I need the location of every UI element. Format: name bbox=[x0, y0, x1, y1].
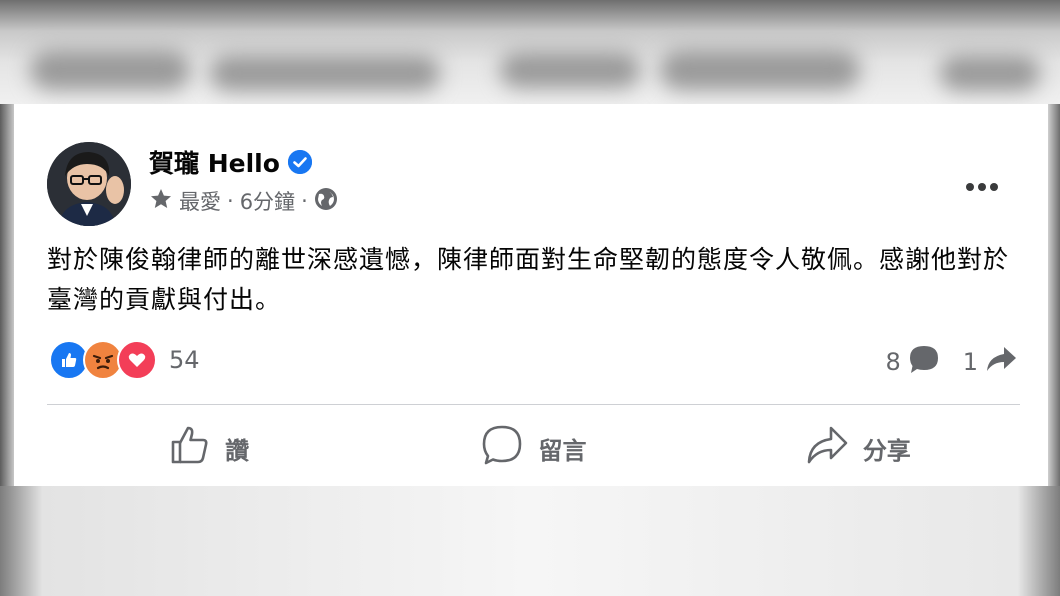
verified-badge-icon bbox=[287, 150, 312, 174]
share-button[interactable]: 分享 bbox=[696, 416, 1020, 480]
like-button[interactable]: 讚 bbox=[47, 416, 371, 480]
post-meta: 最愛 · 6分鐘 · bbox=[149, 186, 338, 216]
background-blur-right bbox=[1048, 104, 1060, 486]
star-icon bbox=[149, 187, 173, 216]
reaction-count[interactable]: 54 bbox=[169, 346, 200, 374]
like-button-label: 讚 bbox=[225, 436, 250, 465]
avatar[interactable] bbox=[47, 142, 131, 226]
post-author: 賀瓏 Hello bbox=[149, 144, 312, 180]
comment-bubble-icon bbox=[907, 344, 941, 380]
post-action-bar: 讚 留言 分享 bbox=[47, 416, 1020, 480]
share-button-label: 分享 bbox=[862, 436, 911, 465]
background-blur-bottom bbox=[0, 486, 1060, 596]
share-count-value: 1 bbox=[962, 348, 978, 376]
post-content: 對於陳俊翰律師的離世深感遺憾，陳律師面對生命堅韌的態度令人敬佩。感謝他對於臺灣的… bbox=[47, 245, 1010, 314]
more-options-icon[interactable] bbox=[964, 166, 1000, 201]
facebook-post: 賀瓏 Hello 最愛 · 6分鐘 · 對於陳俊翰律師的離世深感遺憾，陳律師面對… bbox=[14, 104, 1048, 486]
meta-separator: · bbox=[227, 189, 234, 213]
comment-count-value: 8 bbox=[885, 348, 901, 376]
thumbs-up-icon bbox=[169, 424, 211, 472]
love-reaction-icon bbox=[117, 340, 157, 380]
comment-count[interactable]: 8 bbox=[885, 344, 940, 380]
share-icon bbox=[805, 423, 849, 473]
post-timestamp[interactable]: 6分鐘 bbox=[240, 186, 295, 216]
share-count[interactable]: 1 bbox=[963, 344, 1018, 380]
comment-button[interactable]: 留言 bbox=[371, 416, 695, 480]
meta-separator: · bbox=[301, 189, 308, 213]
divider bbox=[47, 404, 1020, 405]
background-blur-top bbox=[0, 0, 1060, 104]
comment-icon bbox=[480, 423, 524, 473]
author-name[interactable]: 賀瓏 Hello bbox=[149, 144, 280, 180]
post-stats: 8 1 bbox=[885, 344, 1018, 380]
share-arrow-icon bbox=[984, 344, 1018, 380]
background-blur-left bbox=[0, 104, 14, 486]
comment-button-label: 留言 bbox=[538, 436, 587, 465]
reactions-summary[interactable]: 54 bbox=[49, 340, 200, 380]
globe-icon[interactable] bbox=[314, 187, 338, 216]
audience-label[interactable]: 最愛 bbox=[179, 186, 221, 216]
